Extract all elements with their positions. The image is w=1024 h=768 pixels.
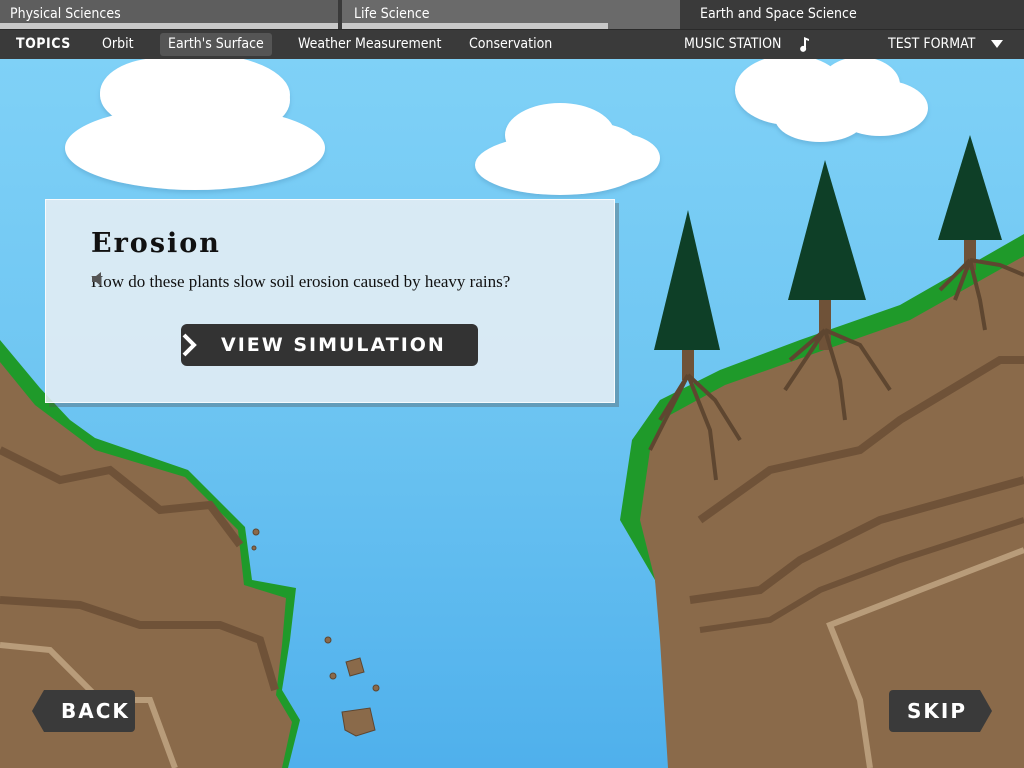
skip-label: SKIP bbox=[907, 699, 968, 723]
category-label: Physical Sciences bbox=[10, 6, 121, 22]
category-label: Earth and Space Science bbox=[700, 6, 857, 22]
view-simulation-button[interactable]: VIEW SIMULATION bbox=[181, 324, 478, 366]
erosion-illustration bbox=[0, 59, 1024, 768]
card-question: How do these plants slow soil erosion ca… bbox=[91, 272, 510, 292]
speaker-icon[interactable] bbox=[91, 272, 105, 286]
category-strip: Physical Sciences Life Science Earth and… bbox=[0, 0, 1024, 29]
cloud-middle bbox=[475, 103, 660, 195]
question-text: How do these plants slow soil erosion ca… bbox=[91, 272, 511, 291]
nav-item-weather-measurement[interactable]: Weather Measurement bbox=[298, 30, 441, 59]
back-button[interactable]: BACK bbox=[32, 690, 135, 732]
topics-nav: TOPICS Orbit Earth's Surface Weather Mea… bbox=[0, 29, 1024, 59]
test-format-dropdown[interactable]: TEST FORMAT bbox=[888, 30, 1004, 59]
cloud-left bbox=[65, 59, 325, 190]
view-simulation-label: VIEW SIMULATION bbox=[221, 334, 446, 356]
scene-illustration: Erosion How do these plants slow soil er… bbox=[0, 59, 1024, 768]
test-format-label: TEST FORMAT bbox=[888, 36, 976, 52]
category-tab-life-science[interactable]: Life Science bbox=[342, 0, 680, 29]
category-tab-physical-sciences[interactable]: Physical Sciences bbox=[0, 0, 338, 29]
category-label: Life Science bbox=[354, 6, 430, 22]
music-station-label: MUSIC STATION bbox=[684, 36, 782, 52]
info-card: Erosion How do these plants slow soil er… bbox=[45, 199, 615, 403]
category-tab-earth-and-space-science[interactable]: Earth and Space Science bbox=[684, 0, 1024, 29]
nav-item-conservation[interactable]: Conservation bbox=[469, 30, 552, 59]
skip-button[interactable]: SKIP bbox=[889, 690, 992, 732]
nav-item-orbit[interactable]: Orbit bbox=[102, 30, 134, 59]
music-station-button[interactable]: MUSIC STATION bbox=[684, 30, 811, 59]
nav-item-earths-surface[interactable]: Earth's Surface bbox=[160, 33, 272, 56]
back-label: BACK bbox=[61, 699, 130, 723]
chevron-right-icon bbox=[182, 333, 197, 357]
music-note-icon bbox=[800, 37, 810, 52]
cloud-right bbox=[735, 59, 928, 142]
card-title: Erosion bbox=[91, 228, 221, 259]
chevron-down-icon bbox=[991, 40, 1004, 48]
topics-label: TOPICS bbox=[16, 36, 71, 52]
